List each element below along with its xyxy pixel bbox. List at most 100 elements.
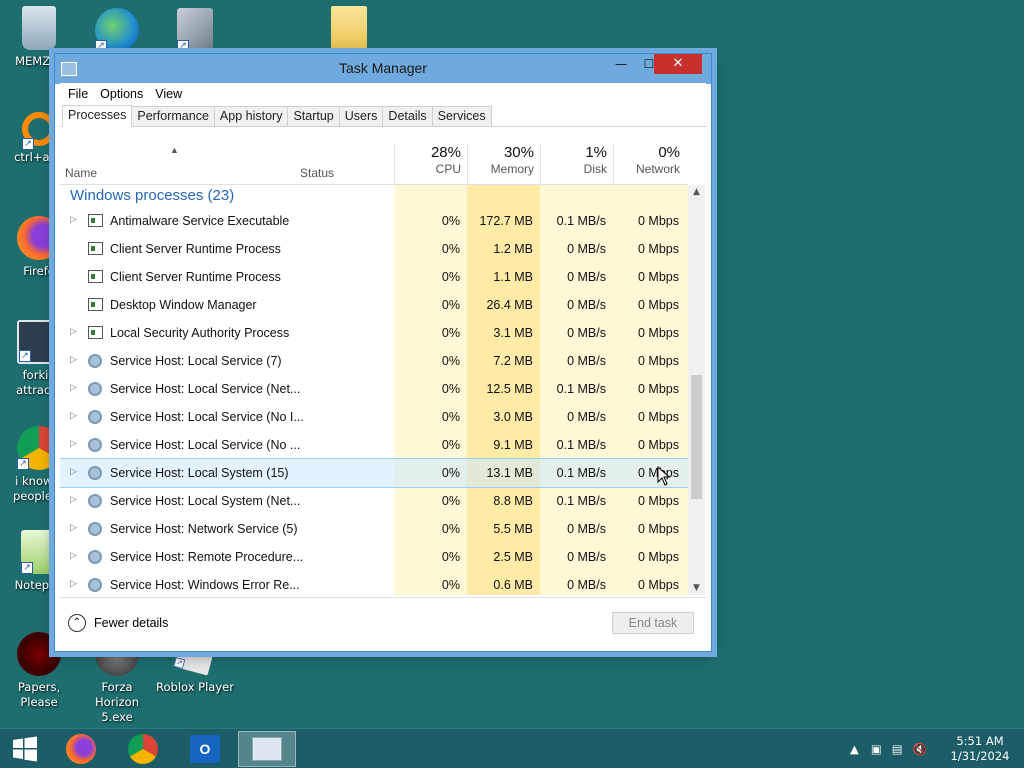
memory-cell: 12.5 MB [486,382,533,396]
process-name: Desktop Window Manager [110,298,257,312]
tab-performance[interactable]: Performance [131,106,215,126]
footer-bar: ⌃ Fewer details End task [60,597,706,646]
cpu-cell: 0% [441,214,460,228]
table-row[interactable]: ▷ Service Host: Local Service (Net... 0% 12… [60,375,688,403]
vertical-scrollbar[interactable]: ▲ ▼ [688,185,705,595]
process-name: Client Server Runtime Process [110,242,281,256]
expand-chevron-icon[interactable]: ▷ [70,354,77,365]
gear-icon [88,494,102,508]
cpu-percent: 28% [430,144,461,161]
expand-chevron-icon[interactable]: ▷ [70,466,77,477]
disk-cell: 0.1 MB/s [556,466,606,480]
disk-cell: 0 MB/s [567,354,606,368]
group-header-windows-processes[interactable]: Windows processes (23) [70,187,234,204]
tray-expand-icon[interactable]: ▲ [850,742,859,756]
network-percent: 0% [658,144,680,161]
table-row[interactable]: ▷ Local Security Authority Process 0% 3.1 M… [60,319,688,347]
tab-services[interactable]: Services [431,106,492,126]
taskbar-outlook[interactable]: O [176,731,234,767]
column-network-header[interactable]: 0% Network [613,143,686,185]
disk-cell: 0 MB/s [567,270,606,284]
process-name: Service Host: Remote Procedure... [110,550,304,564]
tab-app-history[interactable]: App history [213,106,289,126]
memory-cell: 2.5 MB [493,550,533,564]
expand-chevron-icon[interactable]: ▷ [70,438,77,449]
action-center-icon[interactable]: ▣ [871,742,882,756]
process-list[interactable]: Windows processes (23) ▷ Antimalware Serv… [60,185,688,595]
cpu-cell: 0% [441,410,460,424]
network-icon[interactable]: ▤ [892,742,903,756]
taskbar-chrome[interactable] [114,731,172,767]
table-row[interactable]: ▷ Service Host: Local Service (7) 0% 7.2 MB… [60,347,688,375]
table-row[interactable]: ▷ Service Host: Local System (Net... 0% 8.8… [60,487,688,515]
minimize-button[interactable]: — [607,54,635,74]
column-status-header[interactable]: Status [300,166,334,180]
task-manager-window[interactable]: Task Manager — ☐ ✕ File Options View Pro… [54,53,712,652]
expand-chevron-icon[interactable]: ▷ [70,522,77,533]
menu-options[interactable]: Options [94,87,149,101]
close-button[interactable]: ✕ [654,54,702,74]
table-row[interactable]: ▷ Service Host: Windows Error Re... 0% 0.6 … [60,571,688,595]
tab-processes[interactable]: Processes [62,105,133,127]
notepad-icon: ↗ [21,530,57,574]
gear-icon [88,578,102,592]
memory-cell: 0.6 MB [493,578,533,592]
table-row[interactable]: Desktop Window Manager 0% 26.4 MB 0 MB/s 0 M… [60,291,688,319]
network-cell: 0 Mbps [638,410,679,424]
table-row[interactable]: ▷ Service Host: Network Service (5) 0% 5.5 … [60,515,688,543]
end-task-button[interactable]: End task [612,612,694,634]
menu-file[interactable]: File [62,87,94,101]
desktop-icon-label: Papers, Please [17,680,61,709]
tab-startup[interactable]: Startup [287,106,340,126]
memory-cell: 26.4 MB [486,298,533,312]
expand-chevron-icon[interactable]: ▷ [70,410,77,421]
tab-details[interactable]: Details [382,106,433,126]
taskbar-firefox[interactable] [52,731,110,767]
disk-cell: 0.1 MB/s [556,214,606,228]
title-bar[interactable]: Task Manager — ☐ ✕ [55,54,711,84]
expand-chevron-icon[interactable]: ▷ [70,494,77,505]
table-row[interactable]: Client Server Runtime Process 0% 1.1 MB 0 M… [60,263,688,291]
network-cell: 0 Mbps [638,382,679,396]
expand-chevron-icon[interactable]: ▷ [70,550,77,561]
start-button[interactable] [0,731,50,767]
menu-view[interactable]: View [149,87,188,101]
process-name: Service Host: Local Service (Net... [110,382,301,396]
expand-chevron-icon[interactable]: ▷ [70,214,77,225]
taskbar-clock[interactable]: 5:51 AM 1/31/2024 [940,734,1020,764]
desktop-icon-stacked-windows[interactable]: ↗ [156,8,234,56]
process-name: Local Security Authority Process [110,326,290,340]
column-memory-header[interactable]: 30% Memory [467,143,540,185]
table-row[interactable]: ▷ Antimalware Service Executable 0% 172.7 M… [60,207,688,235]
column-cpu-header[interactable]: 28% CPU [394,143,467,185]
table-row[interactable]: ▷ Service Host: Local Service (No ... 0% 9.… [60,431,688,459]
scrollbar-thumb[interactable] [691,375,702,499]
memory-cell: 3.0 MB [493,410,533,424]
memory-cell: 9.1 MB [493,438,533,452]
volume-muted-icon[interactable]: 🔇 [913,742,927,756]
desktop-icon-edge[interactable]: ↗ [78,8,156,56]
mouse-cursor-icon [657,466,671,486]
table-row[interactable]: ▷ Service Host: Local System (15) 0% 13.1 M… [60,458,688,488]
table-row[interactable]: ▷ Service Host: Remote Procedure... 0% 2.5 … [60,543,688,571]
memory-cell: 172.7 MB [479,214,533,228]
tab-users[interactable]: Users [338,106,384,126]
recycle-bin-icon [22,6,56,50]
expand-chevron-icon[interactable]: ▷ [70,326,77,337]
column-disk-header[interactable]: 1% Disk [540,143,613,185]
process-name: Service Host: Local System (Net... [110,494,301,508]
table-row[interactable]: ▷ Service Host: Local Service (No I... 0% 3… [60,403,688,431]
scroll-down-icon[interactable]: ▼ [688,583,705,593]
process-window-icon [88,270,103,283]
expand-chevron-icon[interactable]: ▷ [70,382,77,393]
expand-chevron-icon[interactable]: ▷ [70,578,77,589]
network-cell: 0 Mbps [638,354,679,368]
column-name-header[interactable]: Name [65,166,97,180]
fewer-details-button[interactable]: ⌃ Fewer details [68,614,168,632]
scroll-up-icon[interactable]: ▲ [688,187,705,197]
memory-percent: 30% [503,144,534,161]
desktop-icon-folder[interactable] [310,6,388,54]
taskbar: O ▲ ▣ ▤ 🔇 5:51 AM 1/31/2024 [0,728,1024,768]
taskbar-task-manager[interactable] [238,731,296,767]
table-row[interactable]: Client Server Runtime Process 0% 1.2 MB 0 M… [60,235,688,263]
